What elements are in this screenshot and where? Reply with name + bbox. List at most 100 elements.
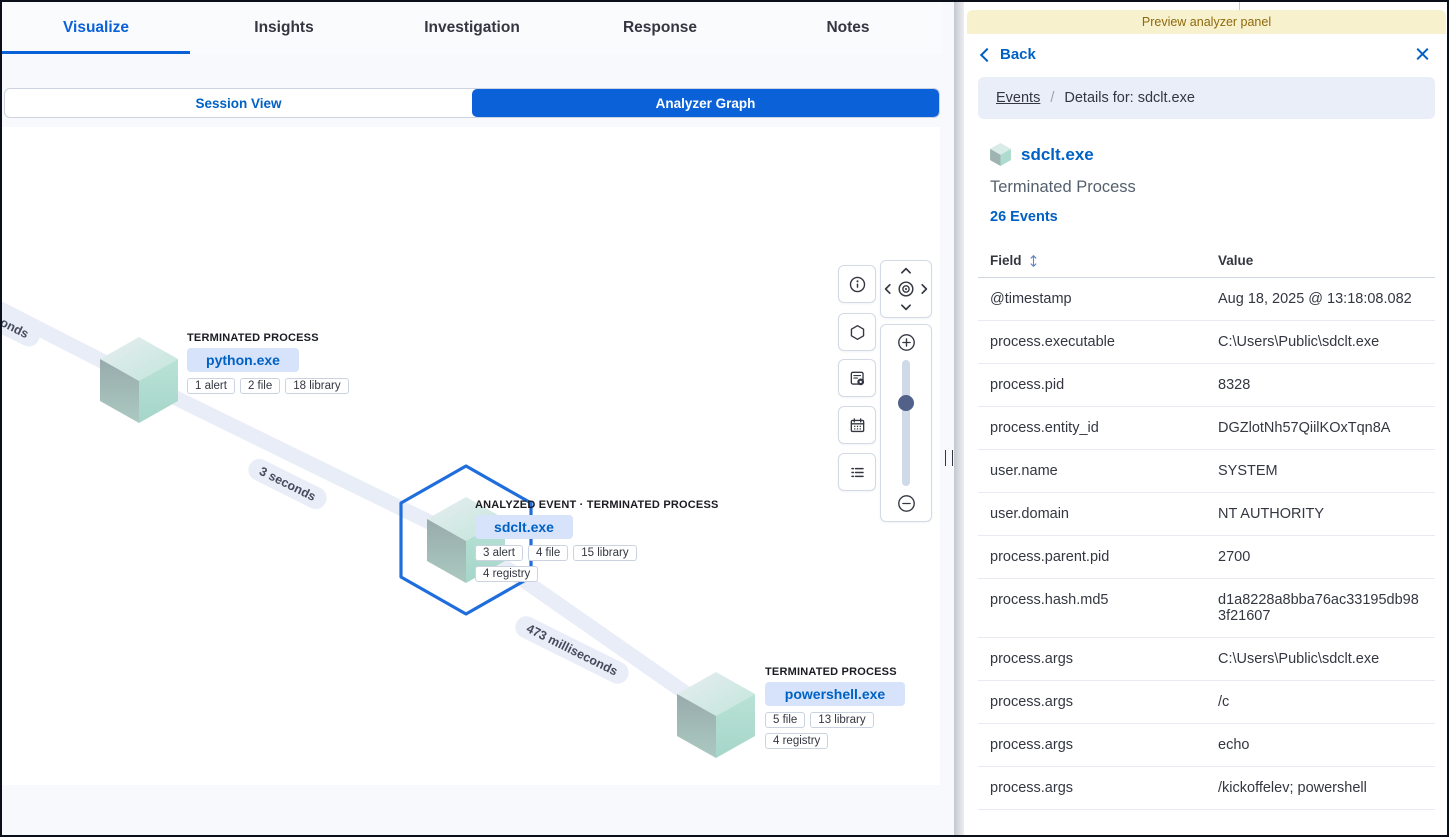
close-icon[interactable] (1413, 44, 1433, 64)
zoom-slider[interactable] (902, 360, 910, 486)
entity-name-link[interactable]: sdclt.exe (1021, 145, 1094, 165)
sort-icon[interactable] (1028, 254, 1039, 268)
process-cube-icon (990, 143, 1011, 166)
zoom-in-icon[interactable] (897, 333, 916, 352)
file-count-badge[interactable]: 5 file (765, 712, 805, 728)
breadcrumb-events-link[interactable]: Events (996, 90, 1040, 106)
app-window: Visualize Insights Investigation Respons… (0, 0, 1449, 837)
breadcrumb-separator: / (1050, 90, 1054, 106)
value-cell: DGZlotNh57QiilKOxTqn8A (1218, 420, 1435, 436)
node-name-button[interactable]: powershell.exe (765, 682, 905, 706)
table-row: user.domain NT AUTHORITY (978, 493, 1435, 536)
events-list-button[interactable] (838, 453, 876, 491)
node-badges: 3 alert 4 file 15 library 4 registry (475, 545, 647, 582)
view-toggle-wrap: Session View Analyzer Graph (2, 54, 942, 118)
table-row: process.args echo (978, 724, 1435, 767)
entity-events-link[interactable]: 26 Events (990, 209, 1423, 225)
field-cell: process.hash.md5 (990, 592, 1218, 608)
node-name-button[interactable]: python.exe (187, 348, 299, 372)
event-list-icon (849, 464, 866, 481)
hexagon-icon (849, 324, 866, 341)
registry-count-badge[interactable]: 4 registry (475, 566, 538, 582)
table-row: process.pid 8328 (978, 364, 1435, 407)
process-edge-path (2, 279, 717, 715)
table-row: process.executable C:\Users\Public\sdclt… (978, 321, 1435, 364)
breadcrumb-current: Details for: sdclt.exe (1064, 90, 1195, 106)
file-count-badge[interactable]: 2 file (240, 378, 280, 394)
zoom-out-icon[interactable] (897, 494, 916, 513)
value-cell: NT AUTHORITY (1218, 506, 1435, 522)
back-chevron-icon (980, 48, 994, 62)
node-badges: 5 file 13 library 4 registry (765, 712, 893, 749)
field-cell: user.domain (990, 506, 1218, 522)
node-label-sdclt: ANALYZED EVENT · TERMINATED PROCESS sdcl… (475, 499, 719, 582)
value-cell: d1a8228a8bba76ac33195db983f21607 (1218, 592, 1435, 624)
preview-banner: Preview analyzer panel (967, 10, 1446, 34)
schema-settings-button[interactable] (838, 359, 876, 397)
session-view-button[interactable]: Session View (5, 89, 472, 117)
field-cell: @timestamp (990, 291, 1218, 307)
zoom-control (880, 324, 932, 522)
value-cell: SYSTEM (1218, 463, 1435, 479)
field-cell: process.entity_id (990, 420, 1218, 436)
analyzer-graph-button[interactable]: Analyzer Graph (472, 89, 939, 117)
table-row: process.parent.pid 2700 (978, 536, 1435, 579)
entity-details: sdclt.exe Terminated Process 26 Events (964, 119, 1449, 225)
node-name-button[interactable]: sdclt.exe (475, 515, 573, 539)
entity-type-label: Terminated Process (990, 178, 1423, 197)
node-badges: 1 alert 2 file 18 library (187, 378, 349, 394)
process-cube-python (100, 337, 178, 423)
date-picker-button[interactable] (838, 406, 876, 444)
tab-response[interactable]: Response (566, 2, 754, 54)
node-label-python: TERMINATED PROCESS python.exe 1 alert 2 … (187, 332, 349, 394)
node-type-label: ANALYZED EVENT · TERMINATED PROCESS (475, 499, 719, 511)
tab-visualize[interactable]: Visualize (2, 2, 190, 54)
analyzer-graph-canvas[interactable]: milliseconds 3 seconds 473 milliseconds … (2, 127, 940, 785)
value-cell: echo (1218, 737, 1435, 753)
view-toggle: Session View Analyzer Graph (4, 88, 940, 118)
date-picker-icon (849, 417, 866, 434)
table-row: process.args /c (978, 681, 1435, 724)
field-cell: process.args (990, 694, 1218, 710)
tab-investigation[interactable]: Investigation (378, 2, 566, 54)
tab-insights[interactable]: Insights (190, 2, 378, 54)
info-button[interactable] (838, 265, 876, 303)
value-cell: 2700 (1218, 549, 1435, 565)
node-type-label: TERMINATED PROCESS (187, 332, 349, 344)
panel-divider (942, 2, 964, 835)
field-cell: process.executable (990, 334, 1218, 350)
library-count-badge[interactable]: 18 library (285, 378, 348, 394)
value-cell: /kickoffelev; powershell (1218, 780, 1435, 796)
pan-control[interactable] (880, 260, 932, 318)
field-cell: process.pid (990, 377, 1218, 393)
field-cell: process.args (990, 780, 1218, 796)
node-label-powershell: TERMINATED PROCESS powershell.exe 5 file… (765, 666, 905, 749)
table-row: user.name SYSTEM (978, 450, 1435, 493)
field-column-header[interactable]: Field (990, 253, 1022, 268)
node-legend-button[interactable] (838, 313, 876, 351)
zoom-slider-thumb[interactable] (898, 395, 914, 411)
panel-header: Back (964, 34, 1449, 73)
registry-count-badge[interactable]: 4 registry (765, 733, 828, 749)
divider-scrollbar[interactable] (954, 2, 964, 835)
tab-notes[interactable]: Notes (754, 2, 942, 54)
file-count-badge[interactable]: 4 file (528, 545, 568, 561)
library-count-badge[interactable]: 13 library (810, 712, 873, 728)
value-cell: Aug 18, 2025 @ 13:18:08.082 (1218, 291, 1435, 307)
table-row: process.hash.md5 d1a8228a8bba76ac33195db… (978, 579, 1435, 638)
alert-count-badge[interactable]: 1 alert (187, 378, 235, 394)
table-header-row: Field Value (978, 243, 1435, 278)
node-type-label: TERMINATED PROCESS (765, 666, 905, 678)
value-column-header: Value (1218, 253, 1435, 268)
field-cell: process.args (990, 737, 1218, 753)
back-button[interactable]: Back (1000, 46, 1036, 63)
field-cell: user.name (990, 463, 1218, 479)
visualize-section: Visualize Insights Investigation Respons… (2, 2, 942, 835)
top-tab-bar: Visualize Insights Investigation Respons… (2, 2, 942, 54)
library-count-badge[interactable]: 15 library (573, 545, 636, 561)
alert-count-badge[interactable]: 3 alert (475, 545, 523, 561)
table-row: @timestamp Aug 18, 2025 @ 13:18:08.082 (978, 278, 1435, 321)
field-value-table: Field Value @timestamp Aug 18, 2025 @ 13… (978, 243, 1435, 810)
panel-resize-handle[interactable] (945, 450, 953, 466)
pan-control-icon (883, 266, 929, 312)
